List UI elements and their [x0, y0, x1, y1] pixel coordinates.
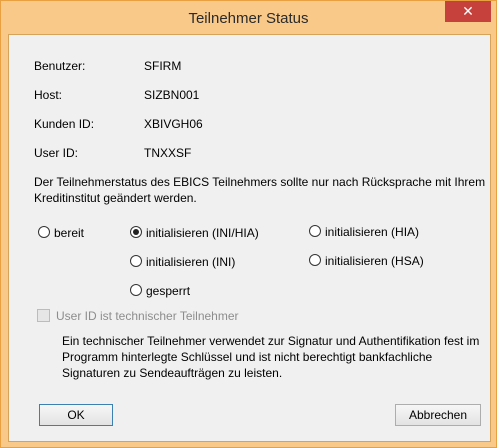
dialog-body: Benutzer: SFIRM Host: SIZBN001 Kunden ID…: [8, 34, 491, 442]
radio-circle-selected[interactable]: [130, 226, 142, 238]
field-value: SIZBN001: [144, 88, 200, 102]
field-label: Kunden ID:: [34, 117, 95, 131]
radio-label: bereit: [54, 226, 85, 240]
field-label: Benutzer:: [34, 59, 86, 73]
title-bar[interactable]: Teilnehmer Status ✕: [1, 1, 496, 35]
field-label: Host:: [34, 88, 63, 102]
field-value: TNXXSF: [144, 146, 192, 160]
radio-label: gesperrt: [146, 284, 191, 298]
radio-circle[interactable]: [309, 225, 321, 237]
radio-circle[interactable]: [309, 254, 321, 266]
close-icon: ✕: [462, 3, 474, 19]
radio-circle[interactable]: [130, 255, 142, 267]
radio-circle[interactable]: [38, 226, 50, 238]
radio-circle[interactable]: [130, 284, 142, 296]
close-button[interactable]: ✕: [445, 1, 491, 22]
checkbox-box[interactable]: [37, 309, 50, 322]
radio-label: initialisieren (HSA): [325, 254, 424, 268]
field-value: SFIRM: [144, 59, 182, 73]
window-title: Teilnehmer Status: [188, 10, 309, 27]
radio-label: initialisieren (HIA): [325, 225, 420, 239]
radio-label: initialisieren (INI): [146, 255, 236, 269]
radio-label: initialisieren (INI/HIA): [146, 226, 259, 240]
dialog-window: Teilnehmer Status ✕ Benutzer: SFIRM Host…: [0, 0, 497, 448]
field-label: User ID:: [34, 146, 79, 160]
checkbox-label: User ID ist technischer Teilnehmer: [56, 309, 239, 323]
info-text: Der Teilnehmerstatus des EBICS Teilnehme…: [34, 175, 486, 205]
ok-button[interactable]: OK: [39, 404, 113, 426]
field-value: XBIVGH06: [144, 117, 203, 131]
cancel-button[interactable]: Abbrechen: [395, 404, 481, 426]
technical-description: Ein technischer Teilnehmer verwendet zur…: [62, 334, 480, 380]
